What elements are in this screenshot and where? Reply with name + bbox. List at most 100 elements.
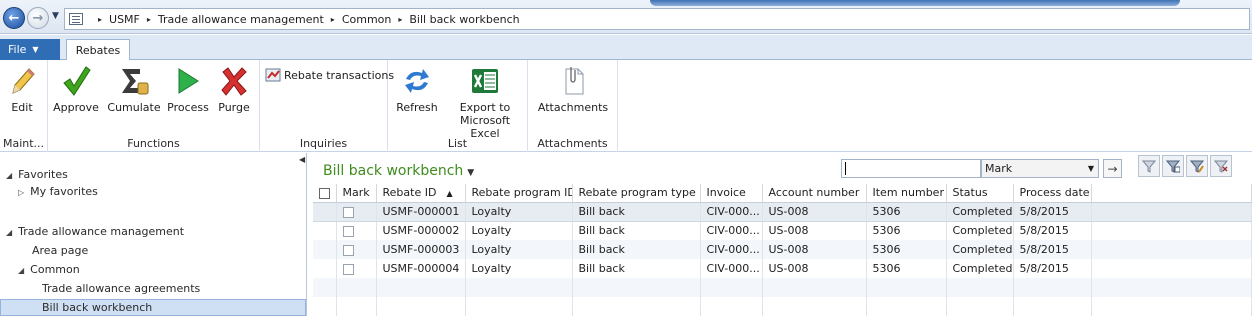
approve-button[interactable]: Approve (53, 64, 99, 114)
rebate-program-id-cell[interactable]: Loyalty (465, 259, 573, 278)
item-number-cell[interactable]: 5306 (866, 240, 947, 259)
history-dropdown-icon[interactable]: ▼ (52, 11, 59, 21)
edit-button[interactable]: Edit (2, 64, 42, 114)
breadcrumb-module[interactable]: Trade allowance management (158, 13, 324, 26)
invoice-cell[interactable]: CIV-000... (700, 259, 763, 278)
rebate-transactions-button[interactable]: Rebate transactions (265, 68, 394, 82)
mark-checkbox[interactable] (342, 263, 354, 275)
breadcrumb-section[interactable]: Common (342, 13, 392, 26)
invoice-cell[interactable]: CIV-000... (700, 221, 763, 240)
rebate-id-cell[interactable]: USMF-000004 (376, 259, 466, 278)
tab-rebates[interactable]: Rebates (66, 39, 130, 61)
filter-field-select[interactable]: Mark ▼ (981, 159, 1099, 178)
export-label-line1: Export to (459, 101, 511, 114)
status-cell[interactable]: Completed (946, 240, 1014, 259)
export-to-excel-button[interactable]: Export to Microsoft Excel (444, 64, 526, 140)
empty-cell (1091, 297, 1252, 316)
rebate-id-cell[interactable]: USMF-000003 (376, 240, 466, 259)
breadcrumb-company[interactable]: USMF (109, 13, 140, 26)
item-number-cell[interactable]: 5306 (866, 201, 947, 222)
page-title[interactable]: Bill back workbench ▼ (323, 163, 474, 179)
item-number-cell[interactable]: 5306 (866, 259, 947, 278)
apply-filter-button[interactable]: → (1103, 159, 1122, 178)
column-header-rebate-id[interactable]: Rebate ID ▲ (376, 184, 466, 203)
mark-cell[interactable] (336, 259, 377, 278)
funnel-remove-icon (1214, 160, 1228, 173)
filler-cell (1091, 240, 1252, 259)
invoice-cell[interactable]: CIV-000... (700, 201, 763, 222)
mark-checkbox[interactable] (342, 244, 354, 256)
empty-cell (572, 278, 701, 297)
mark-checkbox[interactable] (342, 225, 354, 237)
rebate-id-cell[interactable]: USMF-000002 (376, 221, 466, 240)
status-cell[interactable]: Completed (946, 201, 1014, 222)
nav-bill-back-workbench[interactable]: Bill back workbench (42, 301, 152, 314)
column-header-account-number[interactable]: Account number (762, 184, 867, 203)
advanced-filter-button[interactable] (1162, 155, 1184, 177)
forward-arrow-icon[interactable]: → (27, 7, 49, 29)
nav-favorites[interactable]: ◢ Favorites (6, 168, 68, 181)
collapse-pane-icon[interactable]: ◀ (299, 155, 305, 164)
status-cell[interactable]: Completed (946, 221, 1014, 240)
process-date-cell[interactable]: 5/8/2015 (1013, 201, 1092, 222)
rebate-program-id-cell[interactable]: Loyalty (465, 221, 573, 240)
sort-filter-button[interactable] (1186, 155, 1208, 177)
refresh-button[interactable]: Refresh (394, 64, 440, 114)
account-number-cell[interactable]: US-008 (762, 240, 867, 259)
process-date-cell[interactable]: 5/8/2015 (1013, 240, 1092, 259)
column-header-process-date[interactable]: Process date (1013, 184, 1092, 203)
nav-area-page[interactable]: Area page (32, 244, 88, 257)
nav-trade-allowance-agreements[interactable]: Trade allowance agreements (42, 282, 200, 295)
checkmark-icon (59, 64, 93, 98)
checkbox[interactable] (319, 187, 330, 199)
table-row[interactable]: USMF-000002 Loyalty Bill back CIV-000...… (313, 221, 1252, 240)
nav-module[interactable]: ◢ Trade allowance management (6, 225, 184, 238)
mark-cell[interactable] (336, 240, 377, 259)
filter-input[interactable] (841, 159, 981, 178)
file-tab[interactable]: File ▼ (0, 39, 60, 60)
funnel-icon (1142, 160, 1156, 173)
table-row[interactable]: USMF-000003 Loyalty Bill back CIV-000...… (313, 240, 1252, 259)
column-header-invoice[interactable]: Invoice (700, 184, 763, 203)
process-date-cell[interactable]: 5/8/2015 (1013, 221, 1092, 240)
rebate-program-type-cell[interactable]: Bill back (572, 221, 701, 240)
rebate-program-id-cell[interactable]: Loyalty (465, 240, 573, 259)
process-button[interactable]: Process (166, 64, 210, 114)
column-header-rebate-program-id[interactable]: Rebate program ID (465, 184, 573, 203)
nav-favorites-label: Favorites (18, 168, 68, 181)
column-header-rebate-program-type[interactable]: Rebate program type (572, 184, 701, 203)
attachments-button[interactable]: Attachments (534, 64, 612, 114)
breadcrumb-page[interactable]: Bill back workbench (409, 13, 519, 26)
table-row[interactable]: USMF-000001 Loyalty Bill back CIV-000...… (313, 201, 1252, 222)
ribbon-group-attachments: Attachments Attachments (528, 60, 618, 152)
rebate-program-type-cell[interactable]: Bill back (572, 240, 701, 259)
back-arrow-icon[interactable]: ← (3, 7, 25, 29)
group-label-functions: Functions (127, 137, 180, 150)
rebate-program-id-cell[interactable]: Loyalty (465, 201, 573, 222)
list-icon[interactable] (69, 13, 83, 25)
mark-cell[interactable] (336, 201, 377, 222)
column-header-status[interactable]: Status (946, 184, 1014, 203)
status-cell[interactable]: Completed (946, 259, 1014, 278)
table-row[interactable]: USMF-000004 Loyalty Bill back CIV-000...… (313, 259, 1252, 278)
select-all-checkbox[interactable] (313, 184, 337, 203)
account-number-cell[interactable]: US-008 (762, 201, 867, 222)
account-number-cell[interactable]: US-008 (762, 259, 867, 278)
cumulate-button[interactable]: Cumulate (106, 64, 162, 114)
nav-common[interactable]: ◢ Common (18, 263, 80, 276)
purge-button[interactable]: Purge (214, 64, 254, 114)
mark-checkbox[interactable] (342, 206, 354, 218)
rebate-id-cell[interactable]: USMF-000001 (376, 201, 466, 222)
column-header-mark[interactable]: Mark (336, 184, 377, 203)
item-number-cell[interactable]: 5306 (866, 221, 947, 240)
filter-by-selection-button[interactable] (1138, 155, 1160, 177)
nav-my-favorites[interactable]: ▷ My favorites (18, 185, 98, 198)
rebate-program-type-cell[interactable]: Bill back (572, 201, 701, 222)
remove-filter-button[interactable] (1210, 155, 1232, 177)
account-number-cell[interactable]: US-008 (762, 221, 867, 240)
process-date-cell[interactable]: 5/8/2015 (1013, 259, 1092, 278)
column-header-item-number[interactable]: Item number (866, 184, 947, 203)
rebate-program-type-cell[interactable]: Bill back (572, 259, 701, 278)
mark-cell[interactable] (336, 221, 377, 240)
invoice-cell[interactable]: CIV-000... (700, 240, 763, 259)
